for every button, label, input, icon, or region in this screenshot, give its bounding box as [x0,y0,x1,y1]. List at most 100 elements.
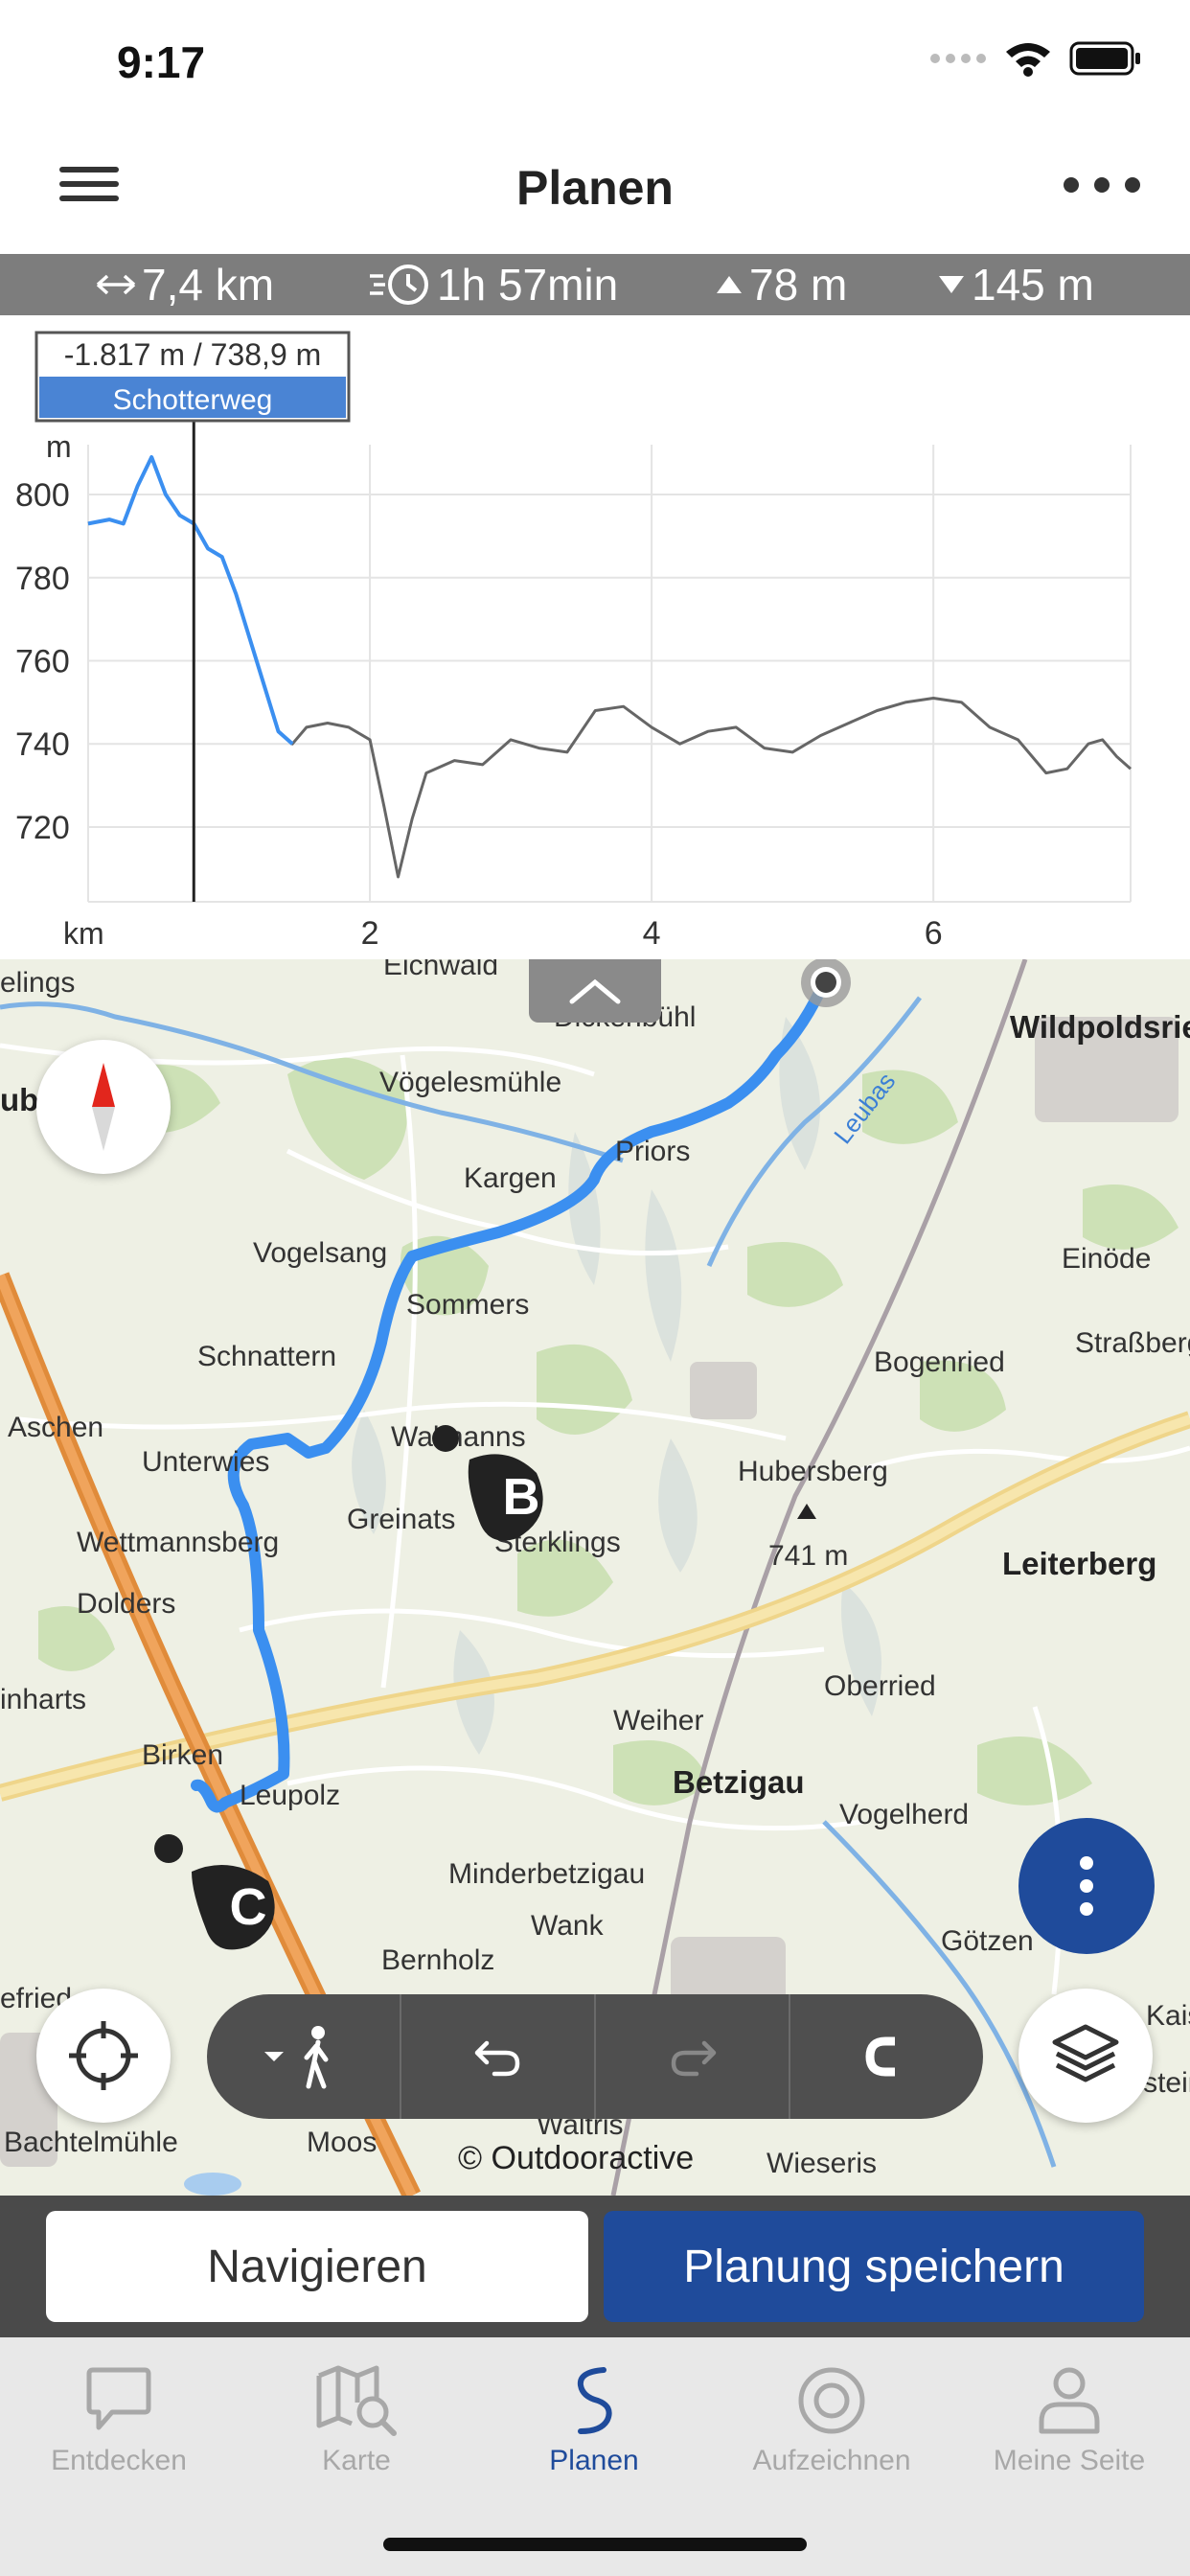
map-label-moos: Moos [307,2127,378,2158]
crosshair-icon [69,2021,138,2090]
home-indicator [383,2538,807,2551]
wifi-icon [1006,43,1050,77]
elevation-chart[interactable]: 720 740 760 780 800 2 4 6 m km -1.817 m / 738,9 m S… [0,315,1190,959]
map-label-goetzen: Götzen [941,1925,1034,1957]
status-icons [929,40,1142,77]
tab-label-entdecken: Entdecken [51,2445,187,2476]
chevron-up-icon [569,978,621,1004]
map-label-leiterberg: Leiterberg [1002,1546,1157,1581]
elevation-profile-line [87,455,1132,879]
map-label-bogenried: Bogenried [874,1346,1005,1378]
waypoint-c[interactable]: C [153,1833,297,1967]
y-tick-label: 720 [15,810,70,846]
waypoint-b[interactable]: B [431,1425,575,1559]
activity-type-selector[interactable] [207,1994,401,2119]
map-label-weiher: Weiher [613,1705,704,1736]
tab-entdecken[interactable]: Entdecken [0,2364,238,2477]
distance-value: 7,4 km [142,260,275,310]
snap-to-path-toggle[interactable] [790,1994,983,2119]
map-view[interactable]: elings Eichwald Dickenbühl Wildpoldsried… [0,959,1190,2196]
map-label-priors: Priors [615,1136,691,1167]
map-label-oberried: Oberried [824,1670,936,1702]
tab-aufzeichnen[interactable]: Aufzeichnen [713,2364,950,2477]
route-stats-bar: 7,4 km 1h 57min 78 m 145 m [0,254,1190,315]
duration-stat: 1h 57min [368,259,618,310]
map-label-elevation-741: 741 m [768,1540,849,1572]
map-label-elings: elings [0,967,76,999]
map-search-icon [316,2365,397,2436]
map-label-bachtelmuehle: Bachtelmühle [4,2127,178,2158]
map-options-button[interactable] [1018,1818,1155,1954]
map-label-bernholz: Bernholz [381,1944,495,1976]
record-icon [798,2367,865,2434]
ascent-stat: 78 m [715,259,847,310]
route-icon [577,2367,612,2434]
map-label-hubersberg: Hubersberg [738,1456,888,1487]
x-tick-label: 6 [925,915,943,952]
tab-planen[interactable]: Planen [475,2364,713,2477]
map-label-wettmannsberg: Wettmannsberg [77,1527,280,1558]
tab-karte[interactable]: Karte [238,2364,475,2477]
tab-label-planen: Planen [549,2445,639,2476]
magnet-icon [864,2036,904,2077]
waypoint-c-label: C [229,1878,267,1936]
collapse-chart-button[interactable] [529,959,661,1023]
clock-icon [370,264,428,305]
map-label-strassberg: Straßberg [1075,1327,1190,1359]
map-label-betzigau: Betzigau [673,1764,805,1800]
y-tick-label: 740 [15,726,70,763]
undo-button[interactable] [401,1994,596,2119]
y-tick-label: 760 [15,643,70,679]
map-label-sommers: Sommers [406,1289,530,1321]
locate-me-button[interactable] [36,1989,171,2123]
compass-icon [92,1063,115,1151]
duration-value: 1h 57min [437,260,619,310]
x-axis-label: km [63,916,104,951]
save-planning-button[interactable]: Planung speichern [604,2211,1144,2322]
undo-icon [474,2040,519,2077]
ascent-triangle-icon [717,276,742,293]
summit-marker-icon [797,1504,816,1519]
map-label-wank: Wank [531,1910,604,1942]
map-label-schnattern: Schnattern [197,1341,337,1372]
battery-icon [1069,41,1140,76]
descent-stat: 145 m [937,259,1094,310]
page-title: Planen [516,161,674,215]
descent-value: 145 m [972,260,1094,310]
map-layers-button[interactable] [1018,1989,1153,2123]
route-start-point[interactable] [797,959,855,1011]
cellular-signal-icon [930,54,986,63]
map-label-kargen: Kargen [464,1162,557,1194]
map-label-eichwald: Eichwald [383,959,499,981]
tab-label-meine-seite: Meine Seite [993,2445,1146,2476]
map-copyright: © Outdooractive [458,2140,695,2176]
map-label-dolders: Dolders [77,1588,176,1620]
distance-arrows-icon [96,274,136,295]
map-label-einoede: Einöde [1062,1243,1152,1275]
map-label-birken: Birken [142,1739,224,1771]
map-label-voegelesmuehle: Vögelesmühle [379,1067,562,1098]
map-label-aschen: Aschen [8,1412,104,1443]
distance-stat: 7,4 km [96,259,274,310]
descent-triangle-icon [939,276,964,293]
map-label-vogelherd: Vogelherd [839,1799,970,1830]
waypoint-b-label: B [502,1468,540,1526]
map-label-wildpoldsried: Wildpoldsried [1010,1009,1190,1045]
user-icon [1039,2367,1100,2434]
map-label-inharts: inharts [0,1684,87,1715]
map-label-wieseris: Wieseris [767,2148,878,2179]
vertical-dots-icon [1080,1856,1093,1870]
chart-tooltip-value: -1.817 m / 738,9 m [64,337,322,372]
navigate-button[interactable]: Navigieren [46,2211,588,2322]
y-tick-label: 800 [15,477,70,514]
redo-button[interactable] [596,1994,790,2119]
map-label-vogelsang: Vogelsang [253,1237,388,1269]
status-time: 9:17 [117,37,206,87]
compass-button[interactable] [36,1040,171,1174]
tab-meine-seite[interactable]: Meine Seite [950,2364,1188,2477]
map-label-kaise: Kaise [1146,2000,1190,2032]
y-tick-label: 780 [15,561,70,597]
x-tick-label: 2 [361,915,379,952]
elevation-highlight-segment [87,455,294,746]
more-options-button[interactable] [1064,166,1140,204]
